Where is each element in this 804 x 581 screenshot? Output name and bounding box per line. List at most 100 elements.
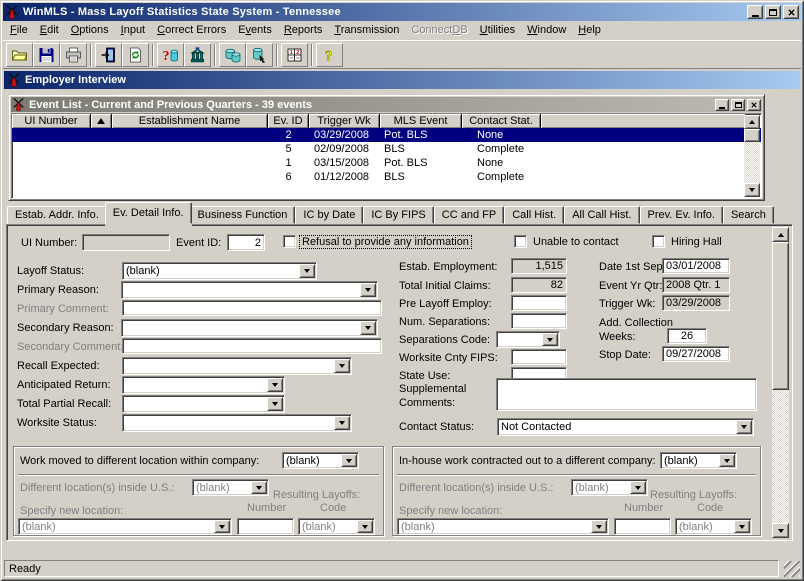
maximize-button[interactable] (765, 5, 781, 19)
menu-help[interactable]: Help (572, 22, 607, 39)
event-list-maximize-button[interactable] (731, 99, 745, 111)
resulting-code-dropdown[interactable]: (blank) (675, 518, 752, 535)
tab-estab-addr-info[interactable]: Estab. Addr. Info. (7, 206, 107, 224)
separations-code-dropdown[interactable] (496, 331, 560, 348)
menu-reports[interactable]: Reports (278, 22, 329, 39)
column-header-establishment[interactable]: Establishment Name (112, 114, 268, 128)
menu-events[interactable]: Events (232, 22, 278, 39)
chevron-down-icon[interactable] (736, 420, 752, 434)
chevron-down-icon[interactable] (334, 359, 350, 373)
different-location-dropdown[interactable]: (blank) (192, 479, 269, 496)
minimize-button[interactable] (747, 5, 763, 19)
close-button[interactable] (783, 5, 799, 19)
unable-to-contact-checkbox[interactable] (514, 235, 527, 248)
scrollbar-track[interactable] (744, 129, 760, 183)
in-house-dropdown[interactable]: (blank) (660, 452, 737, 469)
refusal-checkbox-label[interactable]: Refusal to provide any information (300, 236, 471, 248)
menu-window[interactable]: Window (521, 22, 572, 39)
secondary-comment-field[interactable] (122, 338, 382, 354)
specify-location-dropdown[interactable]: (blank) (397, 518, 609, 535)
scroll-up-button[interactable] (744, 115, 760, 129)
primary-comment-field[interactable] (122, 300, 382, 316)
work-moved-dropdown[interactable]: (blank) (282, 452, 359, 469)
column-header-ev_id[interactable]: Ev. ID (268, 114, 309, 128)
resulting-code-dropdown[interactable]: (blank) (298, 518, 375, 535)
num-separations-field[interactable] (511, 313, 567, 329)
scrollbar-thumb[interactable] (744, 129, 760, 142)
chevron-down-icon[interactable] (267, 378, 283, 392)
column-header-trigger_wk[interactable]: Trigger Wk (309, 114, 380, 128)
chevron-down-icon[interactable] (734, 520, 750, 533)
exit-door-button[interactable] (95, 43, 122, 67)
hiring-hall-checkbox[interactable] (652, 235, 665, 248)
chevron-down-icon[interactable] (591, 520, 607, 533)
contact-status-dropdown[interactable]: Not Contacted (497, 418, 754, 436)
menu-options[interactable]: Options (65, 22, 115, 39)
recall-expected-dropdown[interactable] (122, 357, 352, 375)
chevron-down-icon[interactable] (357, 520, 373, 533)
event-row[interactable]: 601/12/2008BLSComplete (12, 170, 761, 184)
event-row-selected[interactable]: 203/29/2008Pot. BLSNone (12, 128, 761, 142)
scrollbar-thumb[interactable] (772, 242, 789, 390)
resize-grip[interactable] (784, 561, 800, 577)
grid-12-button[interactable]: 12 (281, 43, 308, 67)
print-button[interactable] (60, 43, 87, 67)
event-row[interactable]: 502/09/2008BLSComplete (12, 142, 761, 156)
open-folder-button[interactable] (6, 43, 33, 67)
find-event-button[interactable]: ? (157, 43, 184, 67)
chevron-down-icon[interactable] (360, 321, 376, 335)
stop-date-field[interactable] (662, 346, 730, 362)
help-button[interactable]: ? (316, 43, 343, 67)
column-header-mls_event[interactable]: MLS Event (380, 114, 462, 128)
tab-call-hist[interactable]: Call Hist. (504, 206, 564, 224)
chevron-down-icon[interactable] (341, 454, 357, 467)
scroll-down-button[interactable] (772, 523, 789, 538)
supplemental-comments-field[interactable] (496, 378, 757, 411)
worksite-status-dropdown[interactable] (122, 414, 352, 432)
tab-prev-ev-info[interactable]: Prev. Ev. Info. (640, 206, 723, 224)
resulting-number-field[interactable] (237, 518, 294, 535)
tab-business-function[interactable]: Business Function (190, 206, 296, 224)
column-header-contact_stat[interactable]: Contact Stat. (462, 114, 541, 128)
copy-database-button[interactable] (219, 43, 246, 67)
event-list-scrollbar[interactable] (744, 115, 760, 197)
tab-search[interactable]: Search (723, 206, 774, 224)
primary-reason-dropdown[interactable] (121, 281, 378, 299)
worksite-cnty-fips-field[interactable] (511, 349, 567, 365)
anticipated-return-dropdown[interactable] (122, 376, 285, 394)
chevron-down-icon[interactable] (542, 333, 558, 346)
date-1st-sep-field[interactable] (662, 258, 730, 274)
tab-ev-detail-info[interactable]: Ev. Detail Info. (105, 202, 192, 224)
scroll-up-button[interactable] (772, 227, 789, 242)
menu-file[interactable]: File (4, 22, 34, 39)
layoff-status-dropdown[interactable]: (blank) (122, 262, 317, 280)
scrollbar-track[interactable] (772, 242, 789, 523)
event-list-close-button[interactable] (747, 99, 761, 111)
event-row[interactable]: 103/15/2008Pot. BLSNone (12, 156, 761, 170)
hiring-hall-label[interactable]: Hiring Hall (671, 236, 722, 248)
chevron-down-icon[interactable] (719, 454, 735, 467)
tab-all-call-hist[interactable]: All Call Hist. (564, 206, 639, 224)
column-header-ui_number[interactable]: UI Number (12, 114, 91, 128)
tab-cc-and-fp[interactable]: CC and FP (434, 206, 504, 224)
chevron-down-icon[interactable] (267, 397, 283, 411)
menu-correct-errors[interactable]: Correct Errors (151, 22, 232, 39)
unable-to-contact-label[interactable]: Unable to contact (533, 236, 619, 248)
chevron-down-icon[interactable] (630, 481, 646, 494)
chevron-down-icon[interactable] (251, 481, 267, 494)
bank-building-button[interactable] (184, 43, 211, 67)
export-database-button[interactable] (246, 43, 273, 67)
scroll-down-button[interactable] (744, 183, 760, 197)
specify-location-dropdown[interactable]: (blank) (18, 518, 232, 535)
tab-ic-by-fips[interactable]: IC By FIPS (363, 206, 433, 224)
different-location-dropdown[interactable]: (blank) (571, 479, 648, 496)
chevron-down-icon[interactable] (214, 520, 230, 533)
secondary-reason-dropdown[interactable] (121, 319, 378, 337)
weeks-field[interactable] (667, 328, 707, 344)
chevron-down-icon[interactable] (360, 283, 376, 297)
menu-transmission[interactable]: Transmission (328, 22, 405, 39)
pre-layoff-employ-field[interactable] (511, 295, 567, 311)
total-partial-recall-dropdown[interactable] (122, 395, 285, 413)
form-scrollbar[interactable] (772, 227, 789, 538)
sort-asc-icon[interactable] (91, 114, 112, 128)
